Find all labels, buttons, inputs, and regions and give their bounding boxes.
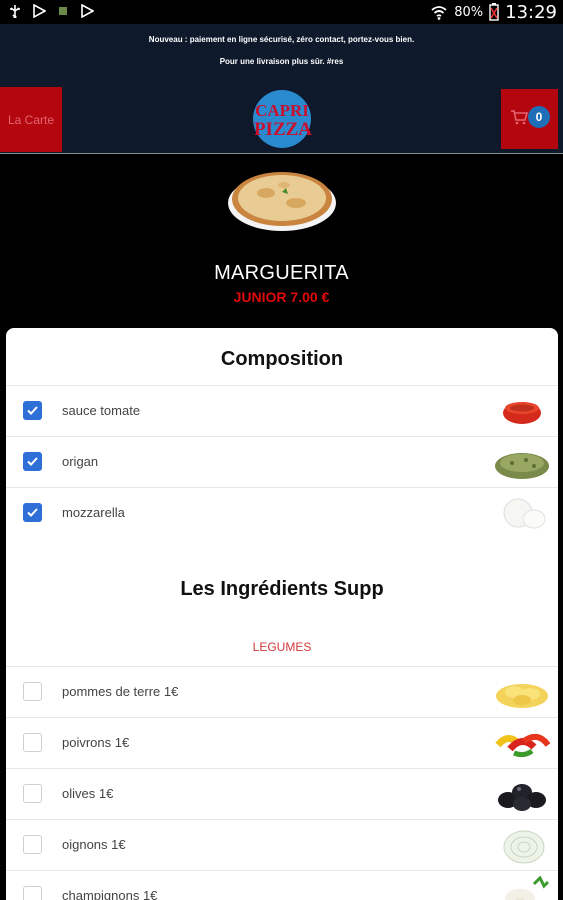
checkbox-unchecked[interactable]: [23, 682, 42, 701]
composition-item[interactable]: sauce tomate: [6, 385, 558, 436]
battery-percent: 80%: [454, 4, 484, 20]
status-bar: 80% 13:29: [0, 0, 563, 24]
onion-icon: [503, 830, 545, 864]
play-store-icon-2: [81, 4, 94, 18]
product-price: JUNIOR 7.00 €: [233, 289, 330, 305]
tomato-sauce-icon: [503, 402, 541, 424]
announcement-line-2: Pour une livraison plus sûr. #res: [219, 57, 344, 66]
extra-item[interactable]: oignons 1€: [6, 819, 558, 870]
category-legumes: LEGUMES: [252, 640, 312, 654]
system-icons: 80% 13:29: [430, 1, 557, 23]
wifi-icon: [431, 6, 447, 20]
app-header: Nouveau : paiement en ligne sécurisé, zé…: [0, 24, 563, 154]
extra-item[interactable]: olives 1€: [6, 768, 558, 819]
product-name: MARGUERITA: [214, 262, 349, 284]
play-store-icon: [33, 4, 46, 18]
logo-text-pizza: PIZZA: [254, 119, 312, 140]
mushroom-icon: [505, 876, 550, 900]
options-card: Composition sauce tomate origan mozzarel…: [6, 328, 558, 900]
item-label: mozzarella: [62, 505, 125, 520]
app-notification-icon: [59, 7, 67, 15]
battery-icon: [489, 3, 499, 21]
usb-icon: [10, 5, 20, 18]
potato-icon: [496, 684, 548, 708]
item-label: poivrons 1€: [62, 735, 130, 750]
item-label: pommes de terre 1€: [62, 684, 179, 699]
oregano-icon: [495, 453, 549, 479]
clock: 13:29: [505, 1, 557, 23]
olive-icon: [498, 784, 546, 811]
checkbox-checked[interactable]: [23, 452, 42, 471]
cart-button[interactable]: 0: [501, 89, 558, 149]
checkbox-unchecked[interactable]: [23, 835, 42, 854]
cart-icon: [511, 110, 528, 125]
cart-count-badge: 0: [528, 106, 550, 128]
checkbox-checked[interactable]: [23, 401, 42, 420]
announcement-line-1: Nouveau : paiement en ligne sécurisé, zé…: [148, 35, 415, 44]
capri-pizza-logo[interactable]: CAPRI PIZZA: [249, 89, 315, 149]
composition-title: Composition: [220, 348, 344, 370]
item-label: oignons 1€: [62, 837, 126, 852]
composition-item[interactable]: mozzarella: [6, 487, 558, 538]
composition-item[interactable]: origan: [6, 436, 558, 487]
item-label: champignons 1€: [62, 888, 158, 900]
pepper-icon: [495, 733, 550, 758]
la-carte-button[interactable]: La Carte: [0, 87, 62, 152]
extra-item[interactable]: poivrons 1€: [6, 717, 558, 768]
extras-title: Les Ingrédients Supp: [180, 578, 384, 600]
checkbox-unchecked[interactable]: [23, 886, 42, 900]
pizza-image: [228, 172, 336, 231]
logo-text-capri: CAPRI: [255, 101, 309, 120]
mozzarella-icon: [503, 498, 546, 529]
checkbox-checked[interactable]: [23, 503, 42, 522]
checkbox-unchecked[interactable]: [23, 784, 42, 803]
item-label: sauce tomate: [62, 403, 141, 418]
extra-item[interactable]: champignons 1€: [6, 870, 558, 900]
item-label: origan: [62, 454, 99, 469]
notification-icons: [8, 4, 94, 18]
item-label: olives 1€: [62, 786, 114, 801]
extra-item[interactable]: pommes de terre 1€: [6, 666, 558, 717]
checkbox-unchecked[interactable]: [23, 733, 42, 752]
